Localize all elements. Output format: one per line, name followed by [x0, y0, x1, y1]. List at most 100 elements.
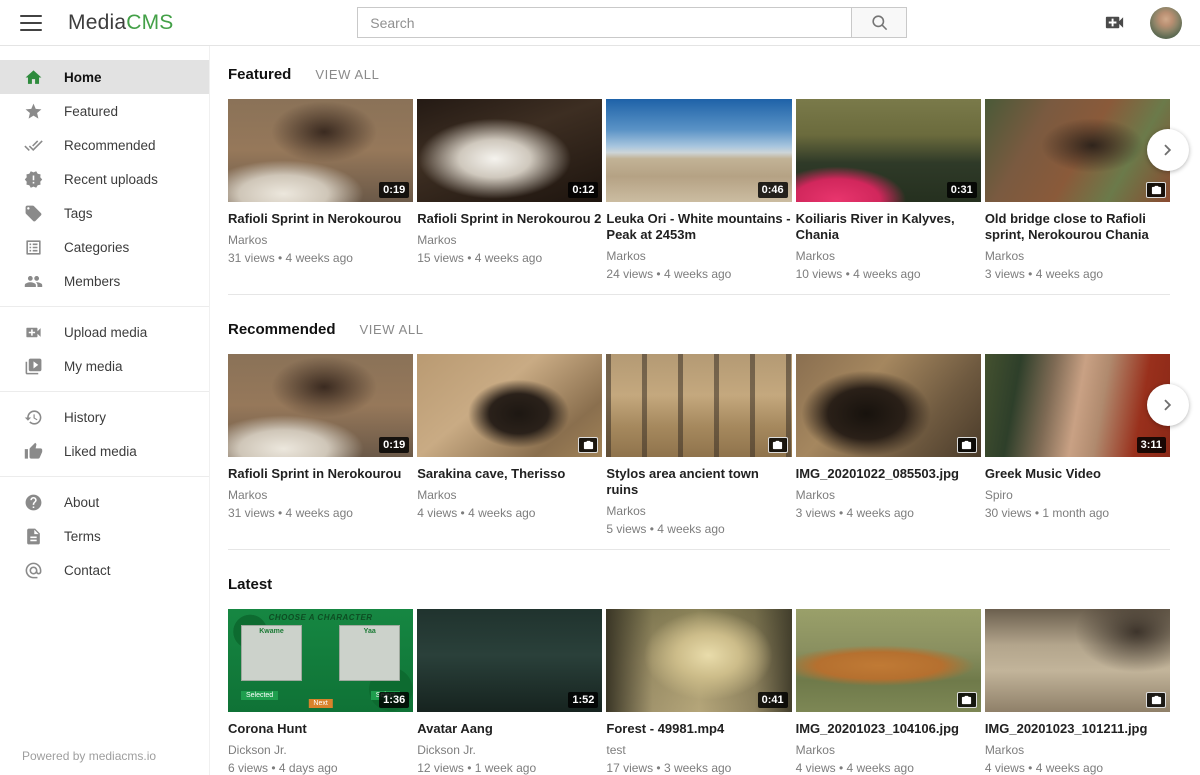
- media-views-meta: 24 views • 4 weeks ago: [606, 267, 791, 281]
- search-button[interactable]: [851, 7, 907, 38]
- media-author[interactable]: Markos: [228, 233, 413, 247]
- media-title[interactable]: IMG_20201022_085503.jpg: [796, 466, 981, 482]
- powered-by-link[interactable]: Powered by mediacms.io: [22, 749, 156, 763]
- media-card[interactable]: Stylos area ancient town ruinsMarkos5 vi…: [606, 354, 791, 549]
- media-thumbnail[interactable]: 0:12: [417, 99, 602, 202]
- media-title[interactable]: Old bridge close to Rafioli sprint, Nero…: [985, 211, 1170, 243]
- sidebar-item-tags[interactable]: Tags: [0, 196, 209, 230]
- media-thumbnail[interactable]: 1:52: [417, 609, 602, 712]
- media-title[interactable]: Rafioli Sprint in Nerokourou: [228, 466, 413, 482]
- media-thumbnail[interactable]: [985, 609, 1170, 712]
- media-author[interactable]: Markos: [606, 249, 791, 263]
- section-divider: [228, 294, 1170, 295]
- media-title[interactable]: Koiliaris River in Kalyves, Chania: [796, 211, 981, 243]
- media-author[interactable]: Markos: [606, 504, 791, 518]
- media-views-meta: 12 views • 1 week ago: [417, 761, 602, 775]
- section-divider: [228, 549, 1170, 550]
- media-thumbnail[interactable]: 0:41: [606, 609, 791, 712]
- media-thumbnail[interactable]: 3:11: [985, 354, 1170, 457]
- media-thumbnail[interactable]: 0:31: [796, 99, 981, 202]
- sidebar-item-history[interactable]: History: [0, 400, 209, 434]
- sidebar-item-upload-media[interactable]: Upload media: [0, 315, 209, 349]
- media-title[interactable]: Avatar Aang: [417, 721, 602, 737]
- media-title[interactable]: Corona Hunt: [228, 721, 413, 737]
- media-title[interactable]: IMG_20201023_104106.jpg: [796, 721, 981, 737]
- sidebar-item-my-media[interactable]: My media: [0, 349, 209, 383]
- media-card[interactable]: IMG_20201022_085503.jpg Markos 3 views • 4…: [796, 354, 981, 549]
- media-card[interactable]: CHOOSE A CHARACTERKwameYaaSelectedNextSe…: [228, 609, 413, 775]
- user-avatar[interactable]: [1150, 7, 1182, 39]
- app-logo[interactable]: MediaCMS: [68, 11, 173, 35]
- sidebar-item-recommended[interactable]: Recommended: [0, 128, 209, 162]
- row-next-button[interactable]: [1147, 129, 1189, 171]
- sidebar-item-contact[interactable]: Contact: [0, 553, 209, 587]
- media-thumbnail[interactable]: 0:46: [606, 99, 791, 202]
- sidebar-item-about[interactable]: About: [0, 485, 209, 519]
- media-author[interactable]: Markos: [985, 249, 1170, 263]
- media-thumbnail[interactable]: [606, 354, 791, 457]
- media-card[interactable]: 0:31 Koiliaris River in Kalyves, Chania Ma…: [796, 99, 981, 294]
- media-author[interactable]: Markos: [796, 488, 981, 502]
- media-thumbnail[interactable]: [796, 609, 981, 712]
- media-card[interactable]: 0:19Rafioli Sprint in NerokourouMarkos31…: [228, 354, 413, 549]
- media-card[interactable]: IMG_20201023_101211.jpgMarkos4 views • 4…: [985, 609, 1170, 775]
- row-next-button[interactable]: [1147, 384, 1189, 426]
- media-author[interactable]: Markos: [796, 743, 981, 757]
- media-author[interactable]: Markos: [985, 743, 1170, 757]
- media-title[interactable]: Stylos area ancient town ruins: [606, 466, 791, 498]
- media-title[interactable]: Sarakina cave, Therisso: [417, 466, 602, 482]
- media-card[interactable]: 0:19Rafioli Sprint in NerokourouMarkos31…: [228, 99, 413, 294]
- media-author[interactable]: Markos: [417, 233, 602, 247]
- media-card[interactable]: 3:11Greek Music VideoSpiro30 views • 1 m…: [985, 354, 1170, 549]
- search-input[interactable]: [357, 7, 851, 38]
- media-author[interactable]: Dickson Jr.: [228, 743, 413, 757]
- media-card[interactable]: 0:12 Rafioli Sprint in Nerokourou 2 Markos…: [417, 99, 602, 294]
- media-author[interactable]: Markos: [417, 488, 602, 502]
- media-title[interactable]: Leuka Ori - White mountains - Peak at 24…: [606, 211, 791, 243]
- media-author[interactable]: Spiro: [985, 488, 1170, 502]
- sidebar-item-categories[interactable]: Categories: [0, 230, 209, 264]
- duration-badge: 0:41: [758, 692, 788, 708]
- sidebar-item-label: Tags: [64, 206, 93, 221]
- media-thumbnail[interactable]: [985, 99, 1170, 202]
- media-card[interactable]: Sarakina cave, TherissoMarkos4 views • 4…: [417, 354, 602, 549]
- media-author[interactable]: Markos: [228, 488, 413, 502]
- view-all-link[interactable]: VIEW ALL: [315, 67, 379, 82]
- view-all-link[interactable]: VIEW ALL: [360, 322, 424, 337]
- duration-badge: 3:11: [1137, 437, 1166, 453]
- media-thumbnail[interactable]: [796, 354, 981, 457]
- sidebar-item-members[interactable]: Members: [0, 264, 209, 298]
- sidebar-item-terms[interactable]: Terms: [0, 519, 209, 553]
- media-title[interactable]: Forest - 49981.mp4: [606, 721, 791, 737]
- media-title[interactable]: Rafioli Sprint in Nerokourou: [228, 211, 413, 227]
- media-card[interactable]: 0:46 Leuka Ori - White mountains - Peak a…: [606, 99, 791, 294]
- media-thumbnail[interactable]: 0:19: [228, 354, 413, 457]
- media-author[interactable]: test: [606, 743, 791, 757]
- sidebar-item-liked-media[interactable]: Liked media: [0, 434, 209, 468]
- media-title[interactable]: IMG_20201023_101211.jpg: [985, 721, 1170, 737]
- media-thumbnail[interactable]: [417, 354, 602, 457]
- section-latest: Latest CHOOSE A CHARACTERKwameYaaSelected…: [228, 576, 1170, 775]
- media-title[interactable]: Rafioli Sprint in Nerokourou 2: [417, 211, 602, 227]
- sidebar-item-home[interactable]: Home: [0, 60, 209, 94]
- media-views-meta: 17 views • 3 weeks ago: [606, 761, 791, 775]
- media-thumbnail[interactable]: 0:19: [228, 99, 413, 202]
- media-card[interactable]: 1:52 Avatar Aang Dickson Jr. 12 views • 1 w…: [417, 609, 602, 775]
- tag-icon: [24, 204, 43, 223]
- menu-icon[interactable]: [20, 15, 42, 31]
- section-header: Latest: [228, 576, 1170, 593]
- media-card[interactable]: 0:41 Forest - 49981.mp4 test 17 views • 3 w…: [606, 609, 791, 775]
- photo-type-badge: [768, 437, 788, 453]
- media-title[interactable]: Greek Music Video: [985, 466, 1170, 482]
- media-author[interactable]: Dickson Jr.: [417, 743, 602, 757]
- sidebar-item-featured[interactable]: Featured: [0, 94, 209, 128]
- media-card[interactable]: Old bridge close to Rafioli sprint, Nero…: [985, 99, 1170, 294]
- media-author[interactable]: Markos: [796, 249, 981, 263]
- media-views-meta: 3 views • 4 weeks ago: [796, 506, 981, 520]
- media-thumbnail[interactable]: CHOOSE A CHARACTERKwameYaaSelectedNextSe…: [228, 609, 413, 712]
- game-title-text: CHOOSE A CHARACTER: [228, 613, 413, 622]
- media-card[interactable]: IMG_20201023_104106.jpgMarkos4 views • 4…: [796, 609, 981, 775]
- sidebar-item-label: Members: [64, 274, 120, 289]
- upload-media-icon[interactable]: [1103, 11, 1126, 34]
- sidebar-item-recent-uploads[interactable]: Recent uploads: [0, 162, 209, 196]
